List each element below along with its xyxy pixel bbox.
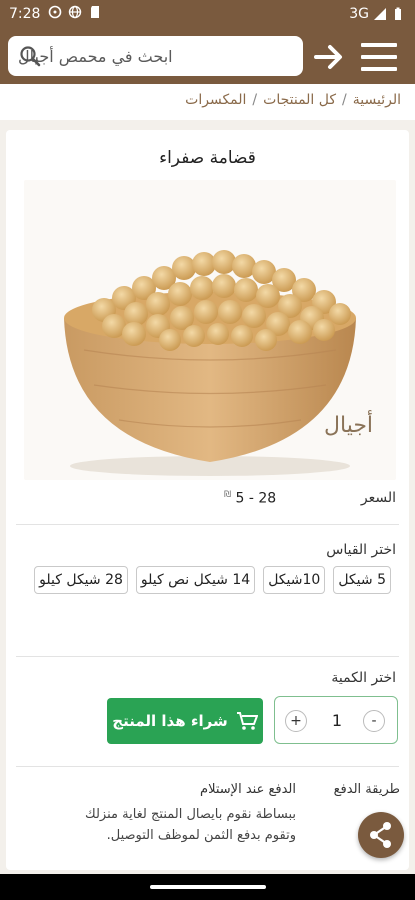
battery-icon — [395, 7, 401, 20]
network-type: 3G — [349, 6, 369, 22]
buy-button-label: شراء هذا المنتج — [112, 712, 228, 730]
product-title: قضامة صفراء — [159, 148, 256, 168]
divider — [16, 766, 399, 767]
size-option-5[interactable]: 5 شيكل — [333, 566, 391, 594]
location-icon — [48, 5, 62, 19]
size-options: 5 شيكل 10شيكل 14 شيكل نص كيلو 28 شيكل كي… — [16, 566, 399, 594]
search-input[interactable]: ابحث في محمص أجيال — [8, 36, 303, 76]
breadcrumb-nuts[interactable]: المكسرات — [185, 92, 246, 108]
share-button[interactable] — [358, 812, 404, 858]
price-value: ₪ 5 - 28 — [224, 490, 276, 507]
cart-icon — [236, 712, 258, 730]
product-image: أجيال — [24, 180, 396, 480]
buy-button[interactable]: شراء هذا المنتج — [107, 698, 263, 744]
sd-card-icon — [91, 6, 99, 18]
product-card: قضامة صفراء أجيال السعر ₪ 5 - 28 اختر ال… — [6, 130, 409, 870]
price-range: 5 - 28 — [235, 490, 277, 507]
quantity-value[interactable]: 1 — [325, 711, 349, 730]
size-option-14[interactable]: 14 شيكل نص كيلو — [135, 566, 256, 594]
size-label: اختر القياس — [326, 542, 396, 558]
payment-description: ببساطة نقوم بايصال المنتج لغاية منزلك وت… — [85, 807, 296, 843]
signal-icon — [374, 8, 386, 20]
breadcrumb-home[interactable]: الرئيسية — [353, 92, 401, 108]
minus-button[interactable]: - — [363, 710, 385, 732]
divider — [16, 656, 399, 657]
size-option-10[interactable]: 10شيكل — [263, 566, 326, 594]
quantity-stepper[interactable]: + 1 - — [274, 696, 398, 744]
home-gesture-bar[interactable] — [150, 885, 266, 889]
status-time: 7:28 — [9, 6, 41, 22]
currency-symbol: ₪ — [224, 490, 232, 500]
breadcrumb-separator: / — [252, 92, 258, 108]
share-icon — [370, 822, 391, 848]
arrow-right-icon[interactable] — [313, 42, 345, 72]
breadcrumb-separator: / — [342, 92, 347, 108]
status-right: 3G — [349, 6, 405, 22]
status-bar: 7:28 3G — [0, 0, 415, 30]
status-left-icons — [48, 5, 102, 19]
menu-icon[interactable] — [359, 40, 399, 74]
size-option-28[interactable]: 28 شيكل كيلو — [34, 566, 128, 594]
plus-button[interactable]: + — [285, 710, 307, 732]
quantity-label: اختر الكمية — [331, 670, 396, 686]
app-bar: ابحث في محمص أجيال — [0, 30, 415, 84]
breadcrumb-all-products[interactable]: كل المنتجات — [263, 92, 336, 108]
divider — [16, 524, 399, 525]
system-nav-bar — [0, 874, 415, 900]
chickpeas-bowl-image: أجيال — [64, 250, 373, 476]
search-icon[interactable] — [18, 44, 42, 68]
price-label: السعر — [360, 490, 396, 506]
breadcrumb: الرئيسية / كل المنتجات / المكسرات — [0, 84, 415, 120]
image-watermark: أجيال — [324, 410, 373, 438]
globe-icon — [68, 5, 82, 19]
payment-title: الدفع عند الإستلام — [200, 782, 296, 797]
payment-method-label: طريقة الدفع — [333, 782, 400, 797]
